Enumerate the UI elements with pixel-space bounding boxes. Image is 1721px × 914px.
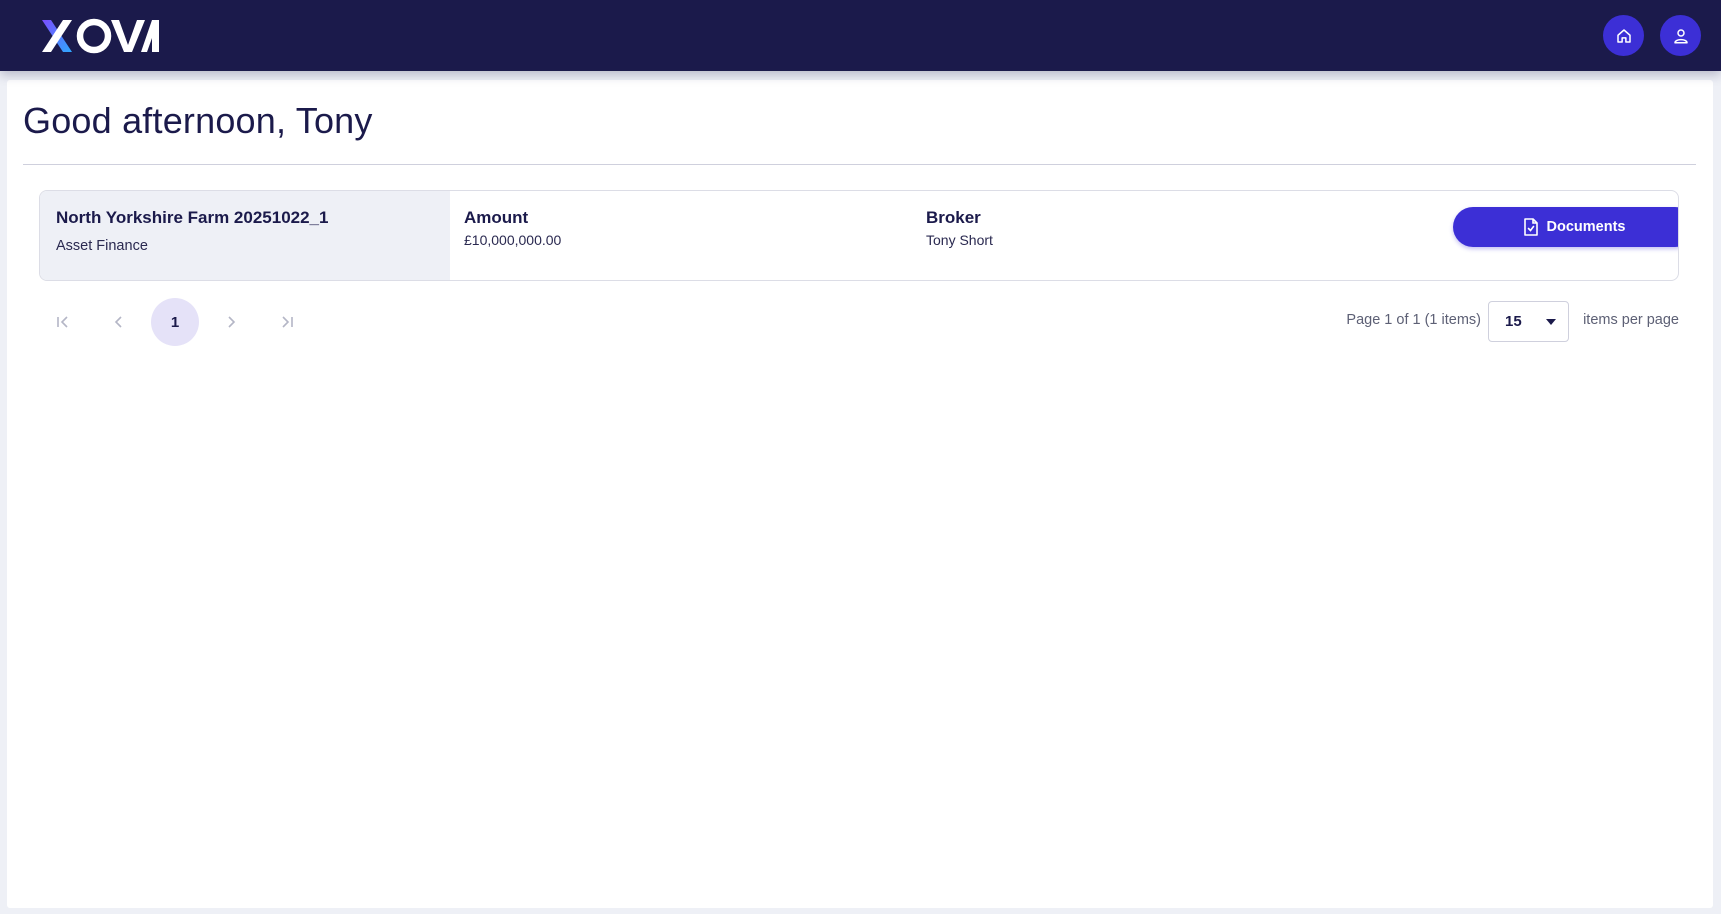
deal-summary: North Yorkshire Farm 20251022_1 Asset Fi… (40, 191, 450, 280)
deal-name: North Yorkshire Farm 20251022_1 (56, 208, 329, 227)
main-panel: Good afternoon, Tony North Yorkshire Far… (7, 80, 1713, 908)
chevron-right-icon (228, 316, 236, 328)
first-page-button[interactable] (39, 298, 87, 346)
first-page-icon (57, 316, 68, 328)
deal-type: Asset Finance (56, 238, 148, 254)
page-number-button[interactable]: 1 (151, 298, 199, 346)
amount-value: £10,000,000.00 (464, 232, 562, 248)
deal-card[interactable]: North Yorkshire Farm 20251022_1 Asset Fi… (39, 190, 1679, 281)
items-per-page-value: 15 (1505, 313, 1522, 330)
documents-button[interactable]: Documents (1453, 207, 1678, 247)
page-title: Good afternoon, Tony (23, 100, 373, 141)
home-icon (1616, 28, 1631, 43)
xova-logo[interactable] (40, 16, 160, 56)
pagination: 1 Page 1 of 1 (1 items) 15 items per pag… (39, 298, 1679, 346)
documents-button-label: Documents (1546, 219, 1626, 235)
items-per-page-select[interactable]: 15 (1488, 301, 1569, 342)
caret-down-icon (1546, 318, 1556, 325)
home-button[interactable] (1603, 15, 1644, 56)
items-per-page-label: items per page (1583, 312, 1679, 328)
last-page-button[interactable] (263, 298, 311, 346)
previous-page-button[interactable] (95, 298, 143, 346)
user-icon (1673, 28, 1688, 43)
document-icon (1523, 218, 1538, 236)
logo-graphic (42, 18, 159, 53)
page-info: Page 1 of 1 (1 items) (1346, 312, 1481, 328)
top-navigation-bar (0, 0, 1721, 71)
top-actions (1603, 15, 1701, 56)
last-page-icon (282, 316, 293, 328)
chevron-left-icon (114, 316, 122, 328)
profile-button[interactable] (1660, 15, 1701, 56)
title-divider (23, 164, 1696, 165)
broker-value: Tony Short (926, 232, 993, 248)
amount-label: Amount (464, 208, 529, 227)
amount-field: Amount £10,000,000.00 (464, 208, 561, 248)
broker-field: Broker Tony Short (926, 208, 993, 248)
broker-label: Broker (926, 208, 981, 227)
next-page-button[interactable] (207, 298, 255, 346)
